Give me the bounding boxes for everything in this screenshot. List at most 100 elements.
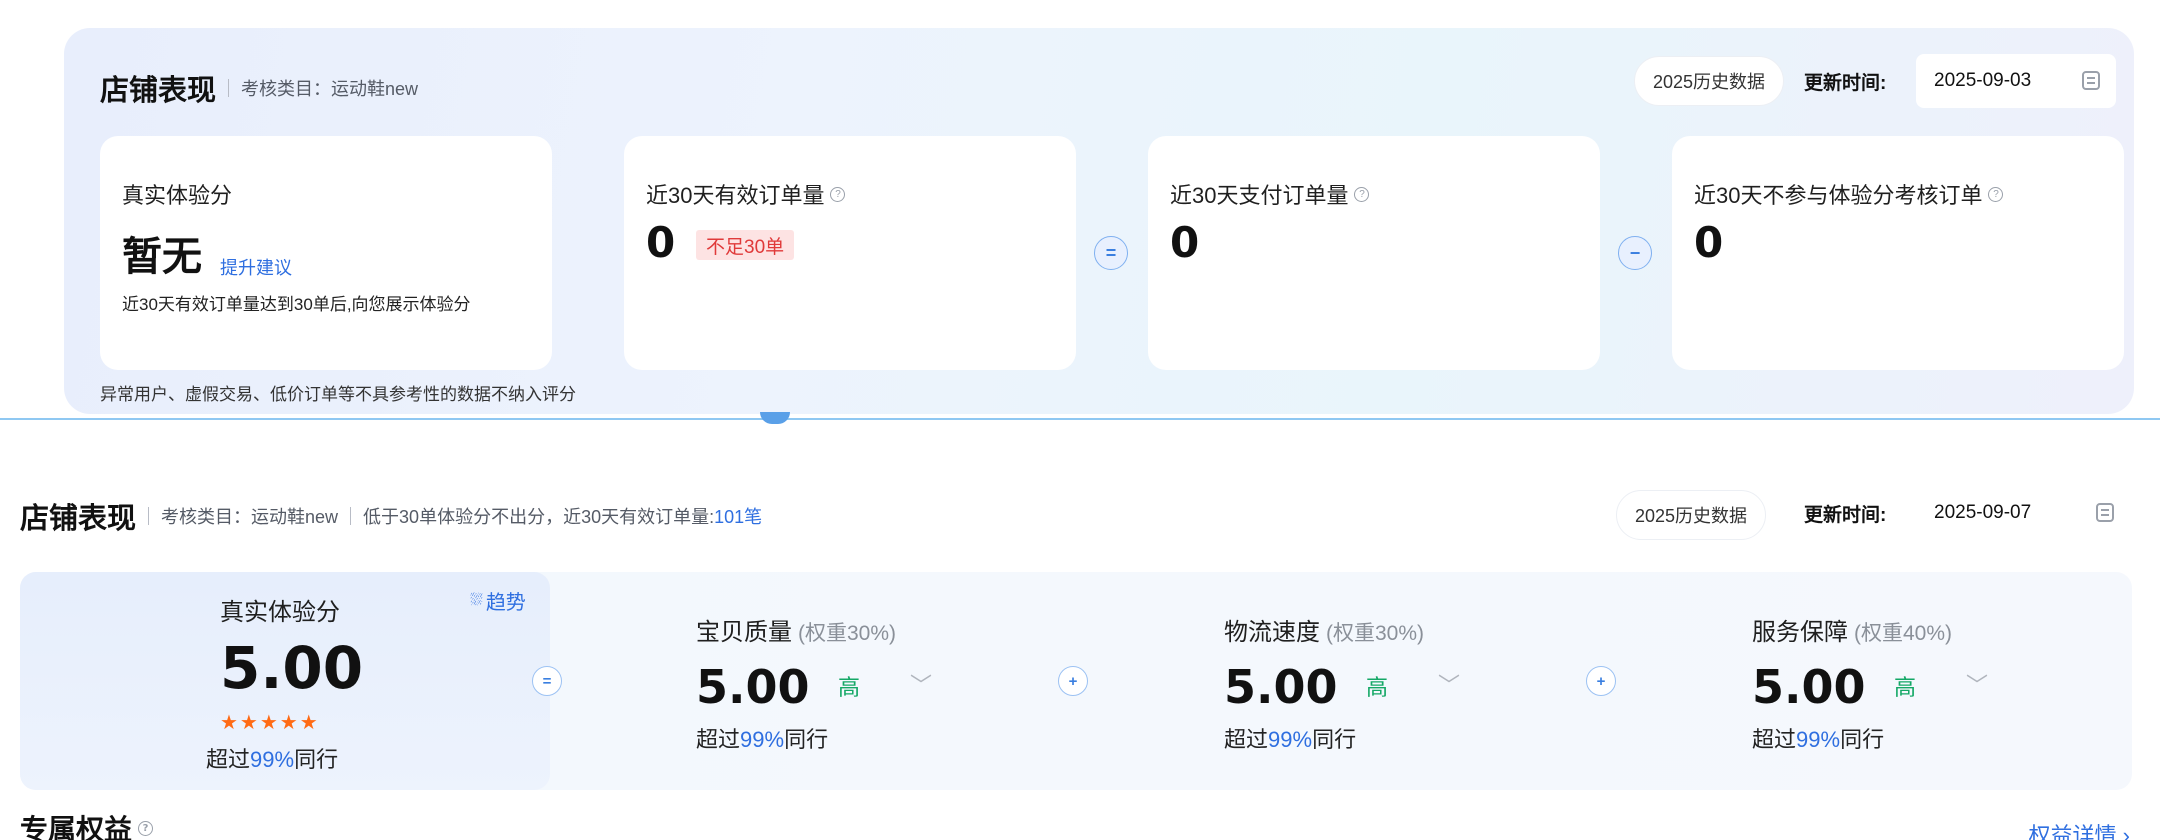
trend-link[interactable]: ⛆ 趋势: [470, 586, 526, 615]
metric-weight: (权重30%): [1326, 622, 1425, 645]
paid-orders-label: 近30天支付订单量 ?: [1170, 178, 1370, 210]
divider-handle: [760, 412, 790, 424]
experience-score-description: 近30天有效订单量达到30单后,向您展示体验分: [122, 295, 471, 314]
valid-orders-label: 近30天有效订单量 ?: [646, 178, 846, 210]
update-date-value-2: 2025-09-07: [1934, 502, 2032, 523]
divider: [350, 507, 352, 525]
metric-weight: (权重30%): [798, 622, 897, 645]
update-time-label: 更新时间:: [1804, 72, 1887, 94]
experience-score-label-2: 真实体验分: [220, 599, 340, 626]
help-icon[interactable]: ?: [1988, 186, 2004, 202]
peer-suffix: 同行: [294, 747, 339, 772]
equals-operator: =: [1094, 236, 1128, 270]
peer-comparison: 超过99%同行: [206, 742, 338, 774]
calendar-icon[interactable]: [2082, 71, 2100, 90]
history-data-button-2[interactable]: 2025历史数据: [1616, 490, 1767, 540]
peer-percent: 99%: [740, 727, 785, 752]
star-rating: ★★★★★: [220, 712, 320, 734]
experience-score-card: 真实体验分 暂无 提升建议 近30天有效订单量达到30单后,向您展示体验分: [100, 136, 552, 370]
experience-score-value: 暂无: [122, 234, 202, 280]
scoring-footnote: 异常用户、虚假交易、低价订单等不具参考性的数据不纳入评分: [100, 385, 576, 404]
peer-prefix: 超过: [1752, 727, 1797, 752]
metric-name: 服务保障: [1752, 619, 1848, 646]
improve-suggestion-link[interactable]: 提升建议: [220, 254, 292, 280]
chevron-down-icon[interactable]: ﹀: [1966, 668, 1988, 700]
experience-score-label: 真实体验分: [122, 183, 233, 208]
divider: [148, 507, 150, 525]
experience-score-summary: 真实体验分 ⛆ 趋势 5.00 ★★★★★ 超过99%同行: [20, 572, 550, 790]
metric-item-quality: 宝贝质量 (权重30%) 5.00 高 ﹀ 超过99%同行: [696, 572, 1116, 790]
metric-name: 宝贝质量: [696, 619, 792, 646]
update-date-value: 2025-09-03: [1934, 70, 2032, 91]
paid-orders-label-text: 近30天支付订单量: [1170, 183, 1349, 208]
excluded-orders-label-text: 近30天不参与体验分考核订单: [1694, 183, 1983, 208]
metric-label: 宝贝质量 (权重30%): [696, 612, 896, 647]
paid-orders-card: 近30天支付订单量 ? 0: [1148, 136, 1600, 370]
panel-1-title: 店铺表现: [100, 73, 217, 107]
plus-operator-2: +: [1586, 666, 1616, 696]
metric-label: 物流速度 (权重30%): [1224, 612, 1424, 647]
peer-percent: 99%: [250, 747, 295, 772]
experience-score-value-2: 5.00: [220, 634, 364, 702]
chevron-down-icon[interactable]: ﹀: [910, 668, 932, 700]
metric-level: 高: [838, 675, 861, 700]
metric-name: 物流速度: [1224, 619, 1320, 646]
panel-2-header: 店铺表现 考核类目：运动鞋new 低于30单体验分不出分，近30天有效订单量:1…: [20, 496, 762, 536]
metric-score: 5.00: [696, 660, 810, 714]
metric-level: 高: [1894, 675, 1917, 700]
calendar-icon[interactable]: [2096, 503, 2114, 522]
trend-icon: ⛆: [470, 591, 483, 609]
update-date-picker-2[interactable]: 2025-09-07: [1916, 486, 2130, 540]
divider: [228, 79, 230, 97]
peer-percent: 99%: [1796, 727, 1841, 752]
peer-suffix: 同行: [1312, 727, 1357, 752]
exclusive-benefits-title: 专属权益 ?: [20, 808, 154, 840]
excluded-orders-label: 近30天不参与体验分考核订单 ?: [1694, 178, 2004, 210]
history-data-button[interactable]: 2025历史数据: [1634, 56, 1785, 106]
insufficient-orders-badge: 不足30单: [696, 230, 795, 260]
metric-item-service: 服务保障 (权重40%) 5.00 高 ﹀ 超过99%同行: [1752, 572, 2160, 790]
peer-percent: 99%: [1268, 727, 1313, 752]
peer-prefix: 超过: [696, 727, 741, 752]
store-performance-panel-1: 店铺表现 考核类目：运动鞋new 2025历史数据 更新时间: 2025-09-…: [64, 28, 2134, 414]
excluded-orders-card: 近30天不参与体验分考核订单 ? 0: [1672, 136, 2124, 370]
chevron-down-icon[interactable]: ﹀: [1438, 668, 1460, 700]
metric-peer: 超过99%同行: [696, 722, 828, 754]
benefits-details-link[interactable]: 权益详情 ›: [2029, 818, 2130, 840]
help-icon[interactable]: ?: [1354, 186, 1370, 202]
metric-label: 服务保障 (权重40%): [1752, 612, 1952, 647]
metric-peer: 超过99%同行: [1752, 722, 1884, 754]
valid-orders-label-text: 近30天有效订单量: [646, 183, 825, 208]
exclusive-benefits-label: 专属权益: [20, 813, 133, 840]
panel-1-category: 考核类目：运动鞋new: [241, 79, 419, 99]
valid-order-count: 101笔: [714, 507, 763, 527]
panel-1-header: 店铺表现 考核类目：运动鞋new: [100, 66, 418, 110]
section-divider: [0, 418, 2160, 420]
equals-operator-2: =: [532, 666, 562, 696]
excluded-orders-value: 0: [1694, 218, 1724, 267]
peer-suffix: 同行: [1840, 727, 1885, 752]
panel-2-category: 考核类目：运动鞋new: [161, 507, 339, 527]
help-icon[interactable]: ?: [138, 820, 154, 836]
order-threshold-notice: 低于30单体验分不出分，近30天有效订单量:101笔: [363, 503, 762, 529]
minus-operator: −: [1618, 236, 1652, 270]
store-performance-panel-2: 真实体验分 ⛆ 趋势 5.00 ★★★★★ 超过99%同行 = 宝贝质量 (权重3…: [20, 572, 2132, 790]
valid-orders-card: 近30天有效订单量 ? 0 不足30单: [624, 136, 1076, 370]
peer-prefix: 超过: [1224, 727, 1269, 752]
metric-peer: 超过99%同行: [1224, 722, 1356, 754]
update-date-picker[interactable]: 2025-09-03: [1916, 54, 2116, 108]
plus-operator: +: [1058, 666, 1088, 696]
update-time-label-2: 更新时间:: [1804, 504, 1887, 526]
metric-score: 5.00: [1224, 660, 1338, 714]
metric-score: 5.00: [1752, 660, 1866, 714]
peer-prefix: 超过: [206, 747, 251, 772]
notice-text: 低于30单体验分不出分，近30天有效订单量:: [363, 507, 715, 527]
peer-suffix: 同行: [784, 727, 829, 752]
help-icon[interactable]: ?: [830, 186, 846, 202]
valid-orders-value: 0: [646, 218, 676, 267]
trend-link-label: 趋势: [485, 592, 526, 614]
metric-level: 高: [1366, 675, 1389, 700]
metric-weight: (权重40%): [1854, 622, 1953, 645]
paid-orders-value: 0: [1170, 218, 1200, 267]
metric-item-logistics: 物流速度 (权重30%) 5.00 高 ﹀ 超过99%同行: [1224, 572, 1644, 790]
